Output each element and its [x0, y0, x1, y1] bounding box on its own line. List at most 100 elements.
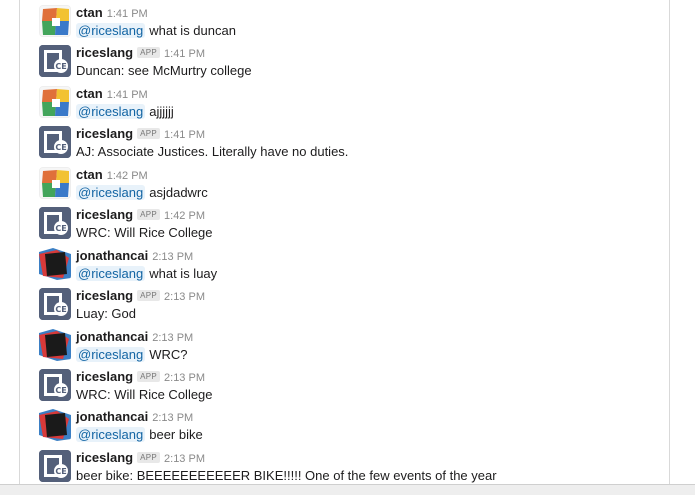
message-header: ctan 1:41 PM	[76, 5, 148, 21]
message-header: riceslang APP 1:41 PM	[76, 45, 205, 61]
message-text: Duncan: see McMurtry college	[76, 62, 252, 79]
jonathancai-avatar-icon[interactable]	[39, 248, 71, 280]
message-header: riceslang APP 2:13 PM	[76, 369, 205, 385]
message-text: @riceslang what is duncan	[76, 22, 236, 39]
timestamp[interactable]: 2:13 PM	[152, 251, 193, 263]
sender-name[interactable]: riceslang	[76, 288, 133, 303]
jonathancai-avatar-icon[interactable]	[39, 329, 71, 361]
riceslang-app-icon[interactable]: CE	[39, 288, 71, 320]
sender-name[interactable]: ctan	[76, 167, 103, 182]
sender-name[interactable]: riceslang	[76, 207, 133, 222]
message-header: riceslang APP 1:41 PM	[76, 126, 205, 142]
svg-text:CE: CE	[55, 305, 66, 314]
timestamp[interactable]: 2:13 PM	[152, 412, 193, 424]
jonathancai-avatar-icon[interactable]	[39, 409, 71, 441]
window-right-frame	[669, 0, 695, 494]
message-item[interactable]: CE riceslang APP 2:13 PM beer bike: BEEEEE…	[20, 445, 668, 484]
message-body: Duncan: see McMurtry college	[76, 63, 252, 78]
timestamp[interactable]: 2:13 PM	[164, 291, 205, 303]
message-header: riceslang APP 2:13 PM	[76, 288, 205, 304]
message-body: beer bike: BEEEEEEEEEEER BIKE!!!!! One o…	[76, 468, 497, 483]
window-left-frame	[0, 0, 20, 494]
message-item[interactable]: jonathancai 2:13 PM @riceslang beer bike	[20, 404, 668, 444]
svg-text:CE: CE	[55, 143, 66, 152]
timestamp[interactable]: 1:41 PM	[164, 48, 205, 60]
user-mention[interactable]: @riceslang	[76, 185, 146, 200]
message-text: AJ: Associate Justices. Literally have n…	[76, 143, 348, 160]
message-text: @riceslang beer bike	[76, 426, 203, 443]
message-text: @riceslang ajjjjjj	[76, 103, 174, 120]
sender-name[interactable]: jonathancai	[76, 248, 148, 263]
sender-name[interactable]: riceslang	[76, 369, 133, 384]
ctan-avatar-icon[interactable]	[39, 86, 71, 118]
message-item[interactable]: ctan 1:41 PM @riceslang what is duncan	[20, 0, 668, 40]
timestamp[interactable]: 1:41 PM	[107, 89, 148, 101]
sender-name[interactable]: ctan	[76, 5, 103, 20]
sender-name[interactable]: jonathancai	[76, 409, 148, 424]
timestamp[interactable]: 1:41 PM	[164, 129, 205, 141]
message-item[interactable]: jonathancai 2:13 PM @riceslang what is lua…	[20, 243, 668, 283]
timestamp[interactable]: 2:13 PM	[164, 453, 205, 465]
sender-name[interactable]: jonathancai	[76, 329, 148, 344]
timestamp[interactable]: 2:13 PM	[164, 372, 205, 384]
app-badge: APP	[137, 290, 161, 301]
riceslang-app-icon[interactable]: CE	[39, 45, 71, 77]
sender-name[interactable]: riceslang	[76, 45, 133, 60]
message-header: riceslang APP 2:13 PM	[76, 450, 205, 466]
timestamp[interactable]: 2:13 PM	[152, 332, 193, 344]
app-badge: APP	[137, 47, 161, 58]
message-body: WRC: Will Rice College	[76, 387, 213, 402]
user-mention[interactable]: @riceslang	[76, 266, 146, 281]
message-text: WRC: Will Rice College	[76, 386, 213, 403]
user-mention[interactable]: @riceslang	[76, 347, 146, 362]
timestamp[interactable]: 1:41 PM	[107, 8, 148, 20]
message-header: jonathancai 2:13 PM	[76, 248, 193, 264]
timestamp[interactable]: 1:42 PM	[107, 170, 148, 182]
user-mention[interactable]: @riceslang	[76, 104, 146, 119]
message-body: WRC: Will Rice College	[76, 225, 213, 240]
message-header: riceslang APP 1:42 PM	[76, 207, 205, 223]
app-badge: APP	[137, 452, 161, 463]
message-header: ctan 1:41 PM	[76, 86, 148, 102]
message-header: jonathancai 2:13 PM	[76, 409, 193, 425]
message-text: @riceslang asjdadwrc	[76, 184, 208, 201]
message-item[interactable]: CE riceslang APP 1:41 PM AJ: Associate Jus…	[20, 121, 668, 161]
app-badge: APP	[137, 128, 161, 139]
message-body: Luay: God	[76, 306, 136, 321]
message-body: WRC?	[149, 347, 188, 362]
riceslang-app-icon[interactable]: CE	[39, 450, 71, 482]
message-item[interactable]: CE riceslang APP 1:41 PM Duncan: see McMur…	[20, 40, 668, 80]
message-item[interactable]: ctan 1:42 PM @riceslang asjdadwrc	[20, 162, 668, 202]
message-item[interactable]: CE riceslang APP 1:42 PM WRC: Will Rice Co…	[20, 202, 668, 242]
riceslang-app-icon[interactable]: CE	[39, 207, 71, 239]
riceslang-app-icon[interactable]: CE	[39, 126, 71, 158]
message-body: asjdadwrc	[149, 185, 208, 200]
message-body: beer bike	[149, 427, 203, 442]
svg-text:CE: CE	[55, 224, 66, 233]
sender-name[interactable]: ctan	[76, 86, 103, 101]
message-feed[interactable]: ctan 1:41 PM @riceslang what is duncan CE …	[20, 0, 668, 484]
ctan-avatar-icon[interactable]	[39, 167, 71, 199]
ctan-avatar-icon[interactable]	[39, 5, 71, 37]
user-mention[interactable]: @riceslang	[76, 427, 146, 442]
riceslang-app-icon[interactable]: CE	[39, 369, 71, 401]
window-bottom-bar	[0, 484, 695, 495]
message-text: beer bike: BEEEEEEEEEEER BIKE!!!!! One o…	[76, 467, 497, 484]
svg-text:CE: CE	[55, 467, 66, 476]
message-body: ajjjjjj	[149, 104, 174, 119]
timestamp[interactable]: 1:42 PM	[164, 210, 205, 222]
message-text: Luay: God	[76, 305, 136, 322]
message-item[interactable]: CE riceslang APP 2:13 PM WRC: Will Rice Co…	[20, 364, 668, 404]
message-text: @riceslang what is luay	[76, 265, 217, 282]
message-text: @riceslang WRC?	[76, 346, 188, 363]
sender-name[interactable]: riceslang	[76, 126, 133, 141]
message-item[interactable]: jonathancai 2:13 PM @riceslang WRC?	[20, 324, 668, 364]
message-item[interactable]: CE riceslang APP 2:13 PM Luay: God	[20, 283, 668, 323]
svg-text:CE: CE	[55, 62, 66, 71]
app-badge: APP	[137, 209, 161, 220]
sender-name[interactable]: riceslang	[76, 450, 133, 465]
message-header: ctan 1:42 PM	[76, 167, 148, 183]
user-mention[interactable]: @riceslang	[76, 23, 146, 38]
message-item[interactable]: ctan 1:41 PM @riceslang ajjjjjj	[20, 81, 668, 121]
message-body: what is duncan	[149, 23, 236, 38]
